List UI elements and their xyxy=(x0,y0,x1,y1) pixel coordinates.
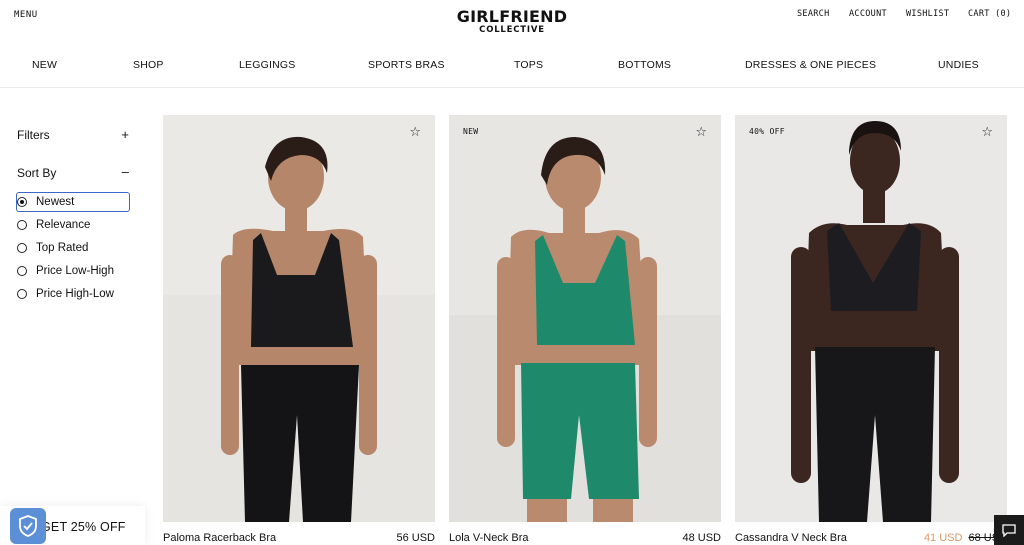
product-image[interactable]: ☆ xyxy=(163,115,435,522)
promo-widget[interactable]: GET 25% OFF xyxy=(0,506,145,545)
radio-selected-icon xyxy=(17,197,27,207)
product-name[interactable]: Cassandra V Neck Bra xyxy=(735,532,847,544)
wishlist-link[interactable]: WISHLIST xyxy=(906,9,949,19)
sort-option-price-low-high[interactable]: Price Low-High xyxy=(17,262,129,280)
promo-text: GET 25% OFF xyxy=(41,520,126,534)
product-price: 56 USD xyxy=(396,532,435,544)
nav-item-tops[interactable]: TOPS xyxy=(514,59,543,71)
nav-item-shop[interactable]: SHOP xyxy=(133,59,164,71)
chat-icon[interactable] xyxy=(994,515,1024,545)
sort-by-label: Sort By xyxy=(17,166,57,180)
sort-option-label: Relevance xyxy=(36,219,91,231)
product-name[interactable]: Paloma Racerback Bra xyxy=(163,532,276,544)
account-link[interactable]: ACCOUNT xyxy=(849,9,887,19)
sort-option-label: Newest xyxy=(36,196,75,208)
radio-icon xyxy=(17,220,27,230)
sort-option-newest[interactable]: Newest xyxy=(16,192,130,212)
filters-label: Filters xyxy=(17,128,50,142)
product-badge: 40% OFF xyxy=(749,127,785,136)
model-photo xyxy=(163,115,435,522)
product-name[interactable]: Lola V-Neck Bra xyxy=(449,532,528,544)
menu-button[interactable]: MENU xyxy=(14,10,38,20)
nav-item-sports-bras[interactable]: SPORTS BRAS xyxy=(368,59,445,71)
sort-option-label: Top Rated xyxy=(36,242,89,254)
logo-sub-text: COLLECTIVE xyxy=(479,25,545,35)
radio-icon xyxy=(17,289,27,299)
radio-icon xyxy=(17,243,27,253)
nav-item-undies[interactable]: UNDIES xyxy=(938,59,979,71)
sort-by-toggle[interactable]: Sort By – xyxy=(17,164,129,180)
shield-check-icon[interactable] xyxy=(10,508,46,544)
product-card[interactable]: ☆ Paloma Racerback Bra 56 USD xyxy=(163,115,435,545)
star-outline-icon[interactable]: ☆ xyxy=(981,124,993,140)
nav-item-bottoms[interactable]: BOTTOMS xyxy=(618,59,671,71)
sort-option-relevance[interactable]: Relevance xyxy=(17,216,129,234)
product-info: Lola V-Neck Bra 48 USD xyxy=(449,532,721,545)
model-photo xyxy=(735,115,1007,522)
search-link[interactable]: SEARCH xyxy=(797,9,830,19)
product-image[interactable]: NEW ☆ xyxy=(449,115,721,522)
product-badge: NEW xyxy=(463,127,479,136)
model-photo xyxy=(449,115,721,522)
sort-option-top-rated[interactable]: Top Rated xyxy=(17,239,129,257)
brand-logo[interactable]: GIRLFRIEND COLLECTIVE xyxy=(447,8,577,35)
product-info: Paloma Racerback Bra 56 USD xyxy=(163,532,435,545)
radio-icon xyxy=(17,266,27,276)
logo-main-text: GIRLFRIEND xyxy=(456,7,568,26)
sale-price: 41 USD xyxy=(923,532,963,544)
minus-icon: – xyxy=(121,164,129,179)
sort-option-label: Price High-Low xyxy=(36,288,114,300)
nav-item-new[interactable]: NEW xyxy=(32,59,57,71)
product-image[interactable]: 40% OFF ☆ xyxy=(735,115,1007,522)
sort-option-price-high-low[interactable]: Price High-Low xyxy=(17,285,129,303)
category-nav: NEW SHOP LEGGINGS SPORTS BRAS TOPS BOTTO… xyxy=(0,50,1024,88)
sort-option-label: Price Low-High xyxy=(36,265,114,277)
cart-link[interactable]: CART (0) xyxy=(968,9,1011,19)
product-card[interactable]: NEW ☆ Lola V-Neck Bra 48 USD xyxy=(449,115,721,545)
plus-icon: + xyxy=(121,127,129,142)
nav-item-dresses[interactable]: DRESSES & ONE PIECES xyxy=(745,59,876,71)
product-card[interactable]: 40% OFF ☆ Cassandra V Neck Bra 41 USD 68 … xyxy=(735,115,1007,545)
top-bar: MENU GIRLFRIEND COLLECTIVE SEARCH ACCOUN… xyxy=(0,0,1024,40)
nav-item-leggings[interactable]: LEGGINGS xyxy=(239,59,295,71)
product-price: 48 USD xyxy=(682,532,721,544)
filters-toggle[interactable]: Filters + xyxy=(17,127,129,142)
star-outline-icon[interactable]: ☆ xyxy=(695,124,707,140)
star-outline-icon[interactable]: ☆ xyxy=(409,124,421,140)
product-info: Cassandra V Neck Bra 41 USD 68 USD xyxy=(735,532,1007,545)
